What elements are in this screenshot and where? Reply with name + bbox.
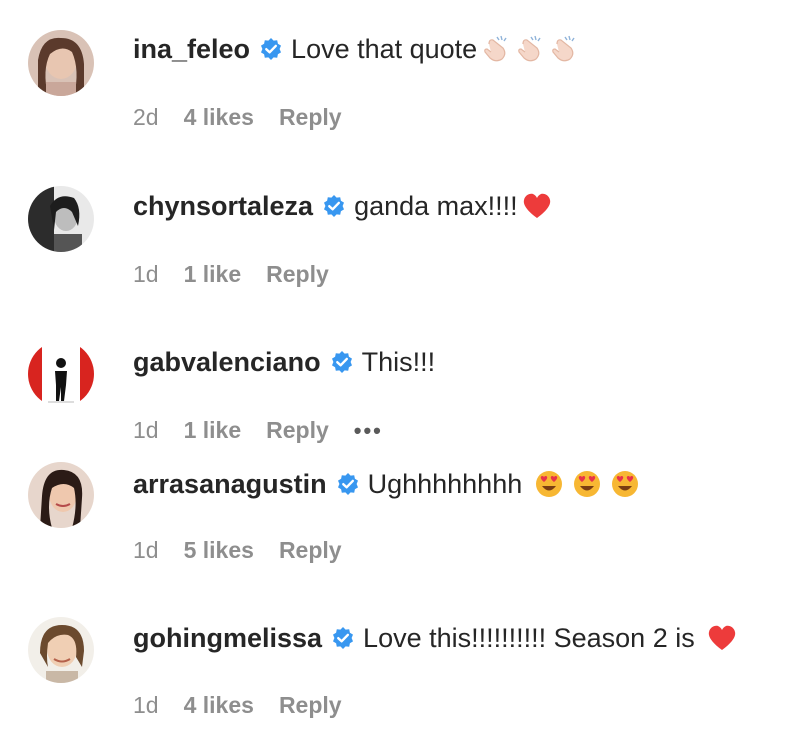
verified-icon bbox=[336, 472, 360, 496]
heart-eyes-icon bbox=[610, 469, 640, 499]
comment-meta: 2d 4 likes Reply bbox=[133, 104, 367, 131]
username[interactable]: gohingmelissa bbox=[133, 621, 322, 655]
comment-text: This!!! bbox=[361, 347, 436, 377]
avatar[interactable] bbox=[28, 30, 94, 96]
avatar[interactable] bbox=[28, 462, 94, 528]
comment-line: ina_feleo Love that quote bbox=[133, 32, 579, 66]
avatar[interactable] bbox=[28, 617, 94, 683]
comment-meta: 1d 1 like Reply bbox=[133, 261, 354, 288]
comment-line: chynsortaleza ganda max!!!! bbox=[133, 189, 552, 223]
reply-button[interactable]: Reply bbox=[266, 417, 329, 444]
reply-button[interactable]: Reply bbox=[279, 537, 342, 564]
username[interactable]: chynsortaleza bbox=[133, 189, 313, 223]
comment-line: gabvalenciano This!!! bbox=[133, 345, 435, 379]
likes-count[interactable]: 5 likes bbox=[184, 537, 254, 564]
comment-line: arrasanagustin Ughhhhhhhh bbox=[133, 467, 640, 501]
likes-count[interactable]: 4 likes bbox=[184, 104, 254, 131]
heart-icon bbox=[707, 624, 737, 652]
timestamp[interactable]: 1d bbox=[133, 261, 159, 288]
avatar[interactable] bbox=[28, 341, 94, 407]
timestamp[interactable]: 1d bbox=[133, 692, 159, 719]
clap-icon bbox=[549, 34, 579, 64]
likes-count[interactable]: 1 like bbox=[184, 261, 242, 288]
timestamp[interactable]: 1d bbox=[133, 417, 159, 444]
timestamp[interactable]: 1d bbox=[133, 537, 159, 564]
heart-icon bbox=[522, 192, 552, 220]
comment-text: Ughhhhhhhh bbox=[367, 469, 523, 499]
clap-icon bbox=[515, 34, 545, 64]
comment-text: Love this!!!!!!!!!! Season 2 is bbox=[363, 623, 695, 653]
comment-text: Love that quote bbox=[291, 34, 478, 64]
timestamp[interactable]: 2d bbox=[133, 104, 159, 131]
comment-meta: 1d 4 likes Reply bbox=[133, 692, 367, 719]
heart-eyes-icon bbox=[534, 469, 564, 499]
verified-icon bbox=[322, 194, 346, 218]
verified-icon bbox=[331, 626, 355, 650]
comment-meta: 1d 5 likes Reply bbox=[133, 537, 367, 564]
heart-eyes-icon bbox=[572, 469, 602, 499]
comment-meta: 1d 1 like Reply ••• bbox=[133, 417, 408, 444]
username[interactable]: ina_feleo bbox=[133, 32, 250, 66]
verified-icon bbox=[259, 37, 283, 61]
avatar[interactable] bbox=[28, 186, 94, 252]
username[interactable]: gabvalenciano bbox=[133, 345, 321, 379]
likes-count[interactable]: 1 like bbox=[184, 417, 242, 444]
verified-icon bbox=[330, 350, 354, 374]
comment-text: ganda max!!!! bbox=[354, 191, 518, 221]
more-options-icon[interactable]: ••• bbox=[354, 418, 383, 444]
reply-button[interactable]: Reply bbox=[266, 261, 329, 288]
username[interactable]: arrasanagustin bbox=[133, 467, 327, 501]
likes-count[interactable]: 4 likes bbox=[184, 692, 254, 719]
reply-button[interactable]: Reply bbox=[279, 104, 342, 131]
reply-button[interactable]: Reply bbox=[279, 692, 342, 719]
comment-line: gohingmelissa Love this!!!!!!!!!! Season… bbox=[133, 621, 737, 655]
clap-icon bbox=[481, 34, 511, 64]
